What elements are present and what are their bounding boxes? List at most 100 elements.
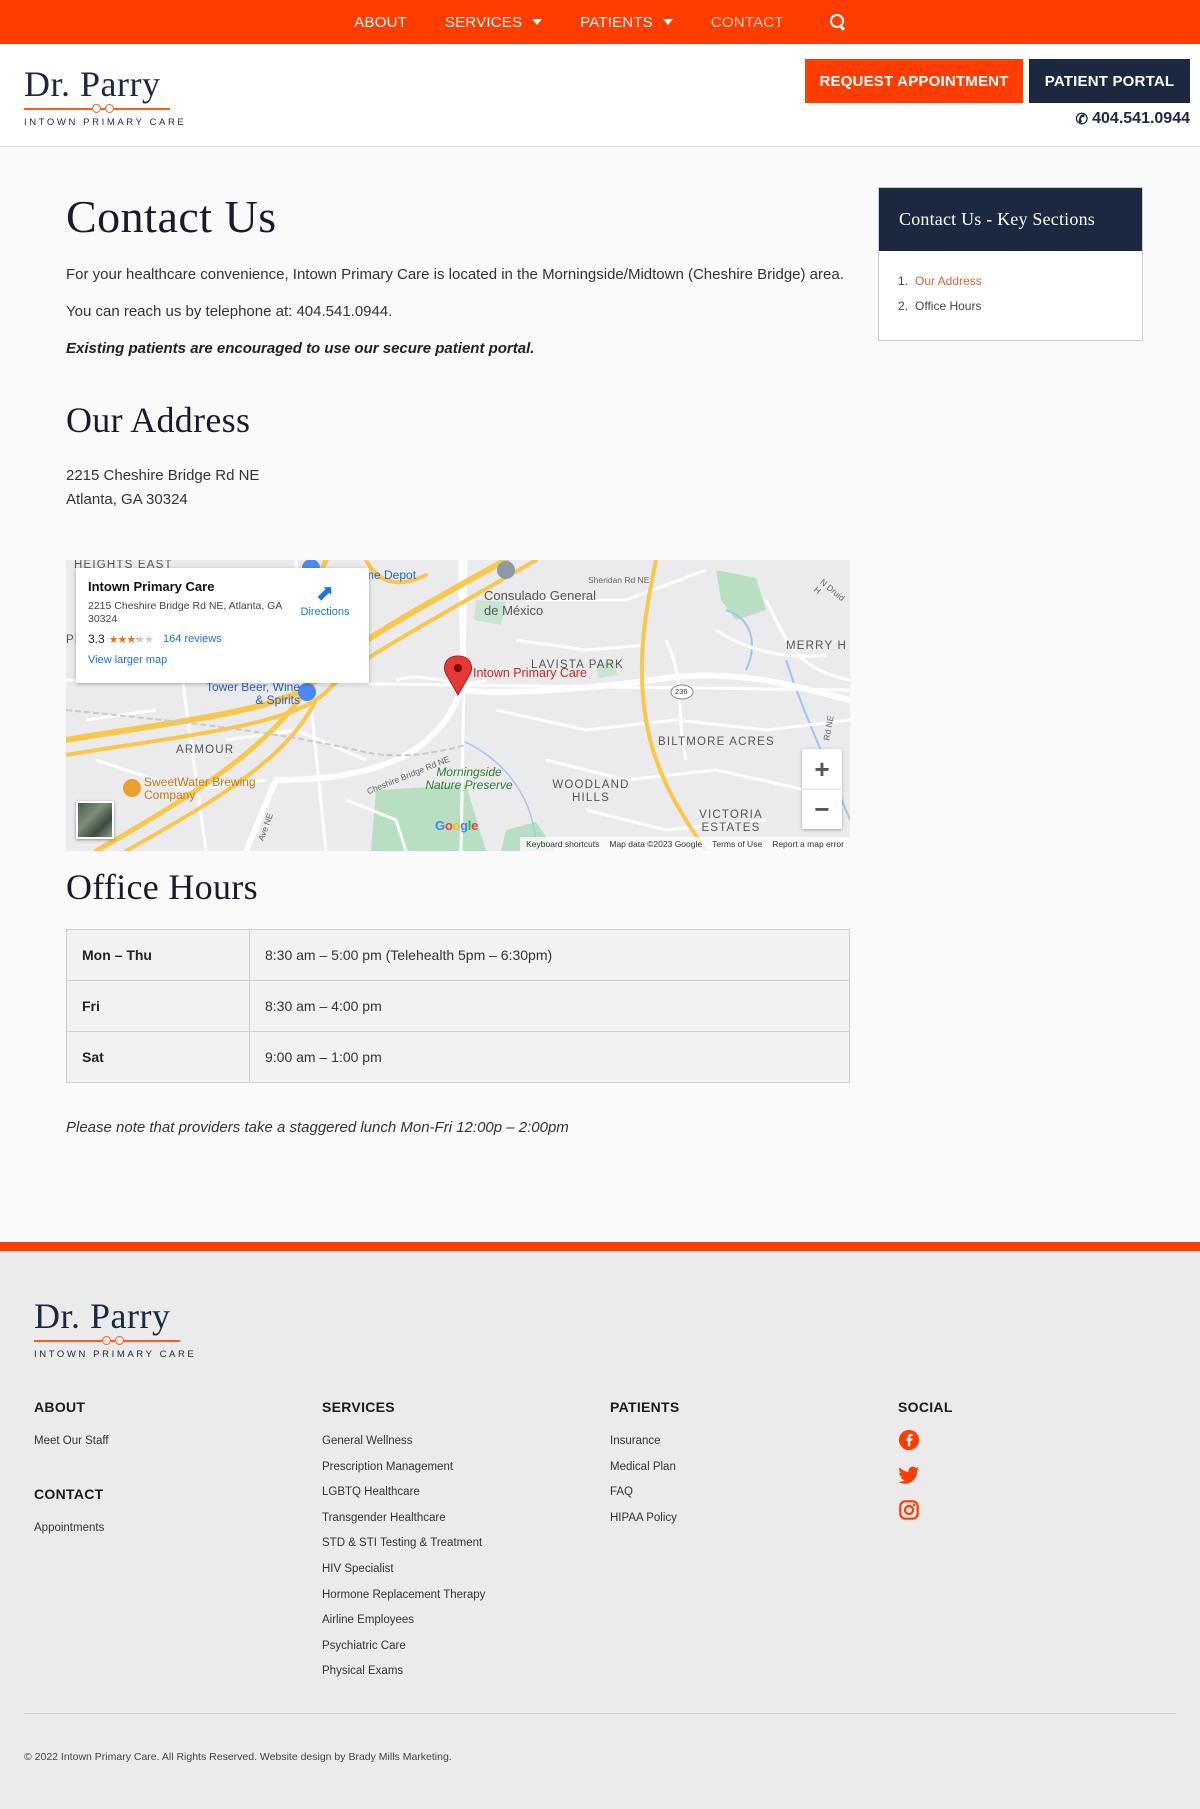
footer-link[interactable]: Medical Plan: [610, 1455, 680, 1481]
footer-logo[interactable]: Dr. Parry INTOWN PRIMARY CARE: [34, 1298, 196, 1360]
map-label: WOODLAND HILLS: [552, 779, 630, 804]
portal-note: Existing patients are encouraged to use …: [66, 340, 535, 357]
zoom-out-button[interactable]: −: [802, 789, 842, 829]
top-navigation: ABOUT SERVICES PATIENTS CONTACT: [0, 0, 1200, 44]
satellite-toggle-button[interactable]: [76, 801, 114, 839]
nav-services[interactable]: SERVICES: [426, 14, 561, 31]
map-label: Tower Beer, Wine & Spirits: [205, 680, 300, 707]
footer-link[interactable]: HIPAA Policy: [610, 1506, 680, 1532]
address-line-1: 2215 Cheshire Bridge Rd NE: [66, 467, 260, 484]
hours-day: Mon – Thu: [66, 929, 250, 981]
terms-link[interactable]: Terms of Use: [712, 839, 762, 849]
map-label: Morningside Nature Preserve: [425, 765, 513, 792]
twitter-icon[interactable]: [898, 1464, 920, 1486]
nav-about[interactable]: ABOUT: [335, 14, 426, 31]
key-sections-box: Contact Us - Key Sections 1. Our Address …: [878, 187, 1143, 341]
patient-portal-button[interactable]: PATIENT PORTAL: [1029, 59, 1190, 103]
map-footer: Keyboard shortcuts Map data ©2023 Google…: [520, 837, 850, 851]
key-section-item[interactable]: 1. Our Address: [898, 269, 1142, 294]
rating-stars-icon: ★★★★★★: [108, 633, 154, 646]
footer-link[interactable]: Insurance: [610, 1429, 680, 1455]
nav-contact[interactable]: CONTACT: [692, 14, 803, 31]
map-place-rating: 3.3 ★★★★★★ 164 reviews: [88, 632, 357, 646]
footer-heading: SOCIAL: [898, 1399, 953, 1415]
site-footer: Dr. Parry INTOWN PRIMARY CARE ABOUT Meet…: [0, 1242, 1200, 1809]
map-place-address: 2215 Cheshire Bridge Rd NE, Atlanta, GA …: [88, 600, 282, 625]
view-larger-map-link[interactable]: View larger map: [88, 654, 357, 666]
hours-time: 9:00 am – 1:00 pm: [249, 1031, 850, 1083]
request-appointment-button[interactable]: REQUEST APPOINTMENT: [805, 59, 1023, 103]
glasses-icon: [34, 1336, 196, 1346]
hours-day: Fri: [66, 980, 250, 1032]
map-label: me Depot: [364, 568, 417, 582]
office-hours-table: Mon – Thu 8:30 am – 5:00 pm (Telehealth …: [66, 929, 850, 1083]
instagram-icon[interactable]: [898, 1499, 920, 1521]
footer-column-about: ABOUT Meet Our Staff CONTACT Appointment…: [34, 1399, 109, 1541]
caret-down-icon: [662, 19, 673, 25]
report-error-link[interactable]: Report a map error: [772, 839, 844, 849]
nav-patients-label: PATIENTS: [580, 13, 653, 31]
footer-column-services: SERVICES General Wellness Prescription M…: [322, 1399, 485, 1685]
zoom-in-button[interactable]: +: [802, 749, 842, 789]
footer-link[interactable]: Appointments: [34, 1516, 109, 1542]
nav-patients[interactable]: PATIENTS: [561, 14, 692, 31]
footer-link[interactable]: Psychiatric Care: [322, 1634, 485, 1660]
map-label: 236: [675, 687, 688, 696]
footer-link[interactable]: FAQ: [610, 1480, 680, 1506]
hours-time: 8:30 am – 4:00 pm: [249, 980, 850, 1032]
key-section-item[interactable]: 2. Office Hours: [898, 294, 1142, 319]
map-label: VICTORIA ESTATES: [699, 809, 763, 834]
directions-icon: ⬈: [315, 580, 335, 605]
site-logo[interactable]: Dr. Parry INTOWN PRIMARY CARE: [24, 66, 186, 128]
footer-link[interactable]: Airline Employees: [322, 1608, 485, 1634]
google-logo: Google: [435, 818, 479, 833]
copyright-text: © 2022 Intown Primary Care. All Rights R…: [24, 1751, 452, 1763]
header-phone-link[interactable]: ✆ 404.541.0944: [1076, 110, 1190, 128]
directions-button[interactable]: ⬈ Directions: [297, 580, 353, 618]
key-sections-list: 1. Our Address 2. Office Hours: [879, 251, 1142, 319]
footer-link[interactable]: Hormone Replacement Therapy: [322, 1583, 485, 1609]
list-number: 1.: [898, 274, 909, 288]
map-label: MERRY H: [786, 640, 848, 652]
footer-link[interactable]: Prescription Management: [322, 1455, 485, 1481]
main-content: Contact Us For your healthcare convenien…: [66, 190, 850, 512]
footer-column-patients: PATIENTS Insurance Medical Plan FAQ HIPA…: [610, 1399, 680, 1531]
map-label: BILTMORE ACRES: [658, 736, 775, 748]
google-map[interactable]: HEIGHTS EAST me Depot Consulado General …: [66, 560, 850, 851]
caret-down-icon: [532, 19, 543, 25]
footer-link[interactable]: Transgender Healthcare: [322, 1506, 485, 1532]
footer-column-social: SOCIAL: [898, 1399, 953, 1534]
search-icon: [829, 14, 846, 30]
address-line-2: Atlanta, GA 30324: [66, 491, 188, 508]
address-heading: Our Address: [66, 400, 251, 440]
footer-divider: [24, 1713, 1176, 1714]
map-place-card: Intown Primary Care 2215 Cheshire Bridge…: [76, 568, 369, 683]
page-title: Contact Us: [66, 191, 277, 242]
facebook-icon[interactable]: [898, 1429, 920, 1451]
directions-label: Directions: [300, 606, 350, 618]
footer-link[interactable]: Physical Exams: [322, 1659, 485, 1685]
footer-link[interactable]: General Wellness: [322, 1429, 485, 1455]
footer-link[interactable]: LGBTQ Healthcare: [322, 1480, 485, 1506]
footer-link[interactable]: HIV Specialist: [322, 1557, 485, 1583]
footer-heading: PATIENTS: [610, 1399, 680, 1415]
map-label: ARMOUR: [176, 744, 235, 756]
intro-text: For your healthcare convenience, Intown …: [66, 266, 844, 283]
logo-name: Dr. Parry: [34, 1296, 171, 1336]
table-row: Sat 9:00 am – 1:00 pm: [66, 1031, 850, 1083]
nav-search[interactable]: [803, 14, 865, 30]
nav-services-label: SERVICES: [444, 13, 523, 31]
footer-heading: ABOUT: [34, 1399, 86, 1415]
footer-link[interactable]: STD & STI Testing & Treatment: [322, 1531, 485, 1557]
footer-link[interactable]: Meet Our Staff: [34, 1429, 109, 1455]
list-number: 2.: [898, 299, 909, 313]
hours-time: 8:30 am – 5:00 pm (Telehealth 5pm – 6:30…: [249, 929, 850, 981]
logo-name: Dr. Parry: [24, 64, 161, 104]
table-row: Mon – Thu 8:30 am – 5:00 pm (Telehealth …: [66, 929, 850, 981]
reviews-link[interactable]: 164 reviews: [163, 633, 222, 645]
map-label: Sheridan Rd NE: [588, 575, 650, 585]
keyboard-shortcuts-link[interactable]: Keyboard shortcuts: [526, 839, 599, 849]
footer-heading: SERVICES: [322, 1399, 395, 1415]
map-label: SweetWater Brewing Company: [144, 775, 256, 802]
table-row: Fri 8:30 am – 4:00 pm: [66, 980, 850, 1032]
